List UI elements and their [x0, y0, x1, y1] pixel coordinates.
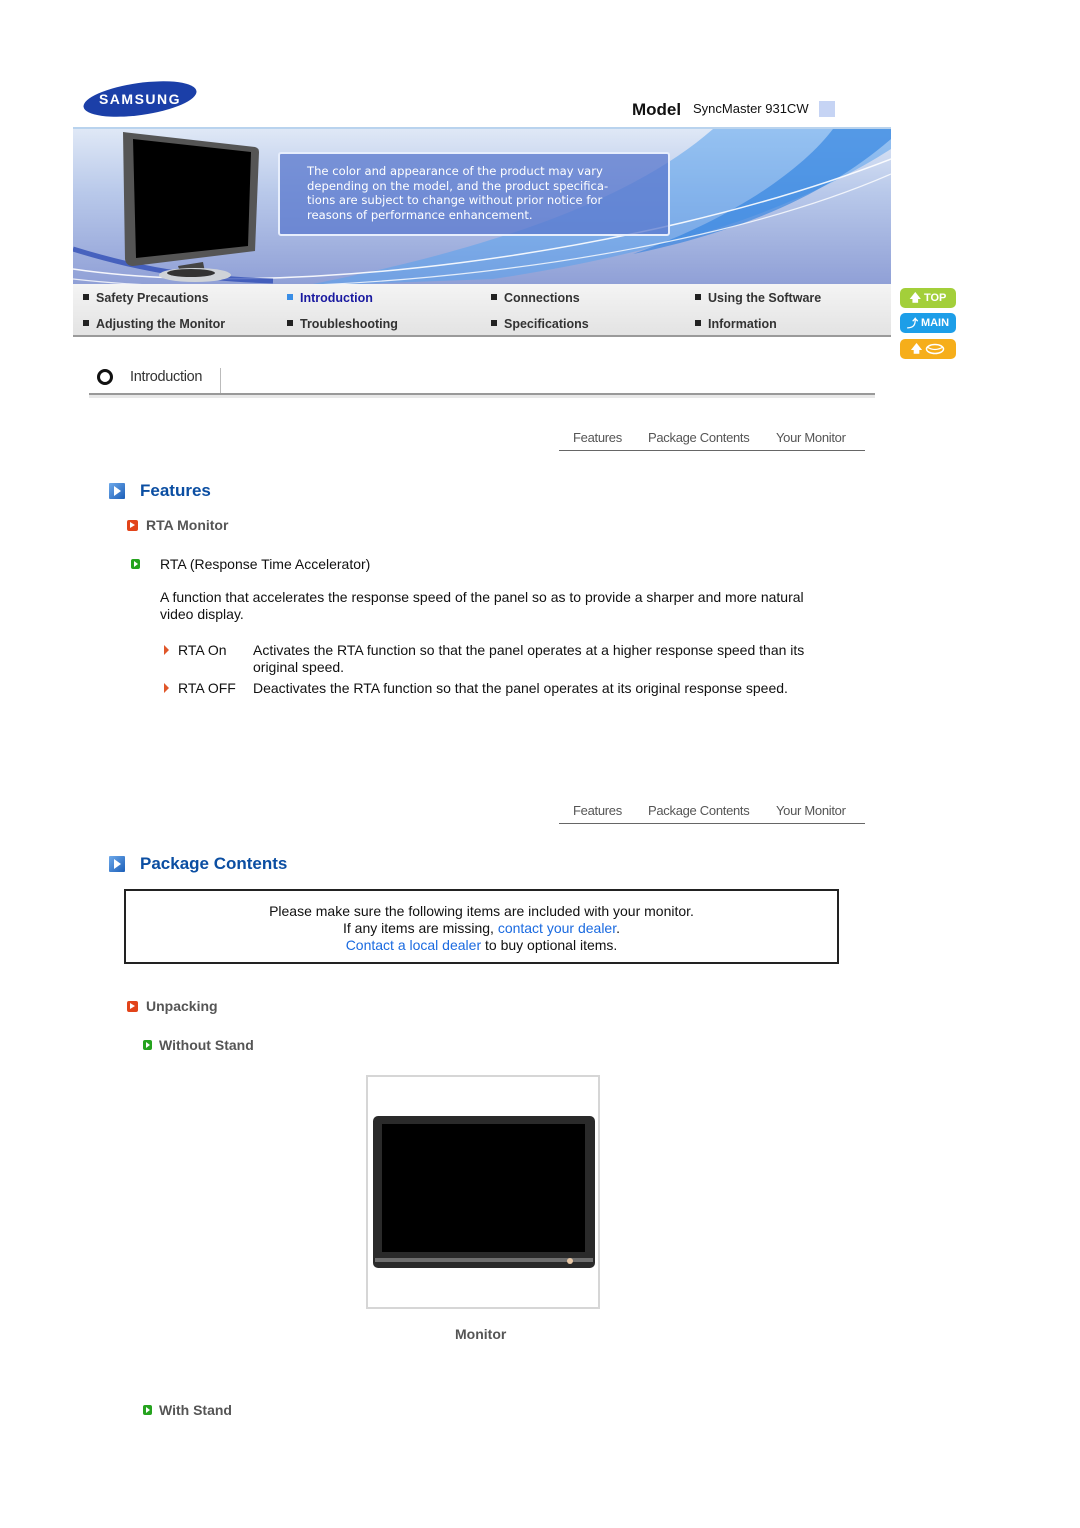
main-menu: Safety Precautions Introduction Connecti…	[73, 284, 891, 337]
samsung-logo[interactable]: SAMSUNG	[82, 80, 198, 118]
menu-item-using-the-software[interactable]: Using the Software	[695, 291, 821, 305]
menu-item-label: Information	[708, 317, 777, 331]
sub-nav: Features Package Contents Your Monitor	[559, 793, 865, 824]
bullet-square-icon	[287, 320, 293, 326]
bullet-square-icon	[491, 320, 497, 326]
power-led-icon	[567, 1258, 573, 1264]
menu-item-safety-precautions[interactable]: Safety Precautions	[83, 291, 209, 305]
item-arrow-icon	[131, 559, 140, 569]
menu-item-label: Using the Software	[708, 291, 822, 305]
notice-text: If any items are missing,	[342, 920, 498, 936]
menu-item-information[interactable]: Information	[695, 317, 777, 331]
menu-item-label: Specifications	[504, 317, 589, 331]
brand-text: SAMSUNG	[99, 91, 181, 107]
main-button[interactable]: ⤴ MAIN	[900, 313, 956, 333]
section-rule-shadow	[89, 395, 875, 398]
menu-item-label: Connections	[504, 291, 580, 305]
menu-item-specifications[interactable]: Specifications	[491, 317, 589, 331]
section-arrow-icon	[109, 483, 125, 499]
contact-your-dealer-link[interactable]: contact your dealer	[498, 920, 616, 936]
monitor-screen	[382, 1124, 585, 1252]
sub-nav-features[interactable]: Features	[573, 430, 622, 445]
sub-nav-package-contents[interactable]: Package Contents	[648, 430, 750, 445]
rta-off-description: Deactivates the RTA function so that the…	[253, 680, 788, 696]
sub-nav-features[interactable]: Features	[573, 803, 622, 818]
rta-description: A function that accelerates the response…	[160, 589, 804, 622]
bullet-square-icon	[287, 294, 293, 300]
rta-item-title: RTA (Response Time Accelerator)	[160, 556, 371, 572]
arrow-turn-icon: ⤴	[906, 318, 918, 330]
menu-item-label: Adjusting the Monitor	[96, 317, 226, 331]
monitor-caption: Monitor	[455, 1326, 507, 1342]
package-notice-line2: If any items are missing, contact your d…	[126, 920, 837, 937]
bullet-square-icon	[83, 320, 89, 326]
monitor-bottom-strip	[375, 1258, 593, 1262]
subsection-arrow-icon	[127, 520, 138, 531]
with-stand-heading: With Stand	[159, 1402, 232, 1418]
model-value: SyncMaster 931CW	[693, 101, 809, 116]
bullet-square-icon	[695, 294, 701, 300]
bullet-square-icon	[83, 294, 89, 300]
package-notice-line1: Please make sure the following items are…	[269, 903, 694, 919]
subsection-arrow-icon	[127, 1001, 138, 1012]
features-heading: Features	[140, 481, 211, 500]
model-label: Model	[632, 100, 682, 119]
menu-item-troubleshooting[interactable]: Troubleshooting	[287, 317, 398, 331]
sub-nav: Features Package Contents Your Monitor	[559, 420, 865, 451]
section-arrow-icon	[109, 856, 125, 872]
rta-off-label: RTA OFF	[178, 680, 236, 696]
unpacking-heading: Unpacking	[146, 998, 218, 1014]
top-button[interactable]: 🡅 TOP	[900, 288, 956, 308]
menu-item-connections[interactable]: Connections	[491, 291, 580, 305]
rta-monitor-heading: RTA Monitor	[146, 517, 229, 533]
product-notice-text: The color and appearance of the product …	[307, 164, 609, 222]
item-arrow-icon	[143, 1405, 152, 1415]
bullet-square-icon	[695, 320, 701, 326]
menu-item-label: Introduction	[300, 291, 373, 305]
top-button-label: TOP	[923, 292, 947, 304]
envelope-icon	[925, 343, 945, 355]
sub-nav-your-monitor[interactable]: Your Monitor	[776, 803, 846, 818]
item-arrow-icon	[143, 1040, 152, 1050]
rta-on-description: Activates the RTA function so that the p…	[253, 642, 805, 675]
package-notice-line3: Contact a local dealer to buy optional i…	[126, 937, 837, 954]
model-color-swatch	[819, 101, 835, 117]
notice-text: .	[616, 920, 620, 936]
without-stand-heading: Without Stand	[159, 1037, 254, 1053]
menu-item-introduction[interactable]: Introduction	[287, 291, 373, 305]
rta-on-label: RTA On	[178, 642, 227, 658]
sub-nav-your-monitor[interactable]: Your Monitor	[776, 430, 846, 445]
notice-text: to buy optional items.	[481, 937, 618, 953]
menu-item-label: Troubleshooting	[300, 317, 398, 331]
product-notice-box: The color and appearance of the product …	[278, 152, 670, 236]
bullet-square-icon	[491, 294, 497, 300]
section-separator	[220, 368, 221, 393]
bullet-triangle-icon	[164, 645, 169, 655]
package-notice-box: Please make sure the following items are…	[124, 889, 839, 964]
mail-button[interactable]: 🡅	[900, 339, 956, 359]
main-button-label: MAIN	[920, 317, 950, 329]
bullet-triangle-icon	[164, 683, 169, 693]
sub-nav-package-contents[interactable]: Package Contents	[648, 803, 750, 818]
arrow-up-icon: 🡅	[909, 291, 921, 304]
contact-local-dealer-link[interactable]: Contact a local dealer	[346, 937, 481, 953]
package-contents-heading: Package Contents	[140, 854, 288, 873]
section-title: Introduction	[130, 369, 203, 385]
section-circle-icon	[97, 369, 113, 385]
menu-item-label: Safety Precautions	[96, 291, 209, 305]
menu-item-adjusting-the-monitor[interactable]: Adjusting the Monitor	[83, 317, 225, 331]
arrow-up-icon: 🡅	[910, 342, 923, 355]
